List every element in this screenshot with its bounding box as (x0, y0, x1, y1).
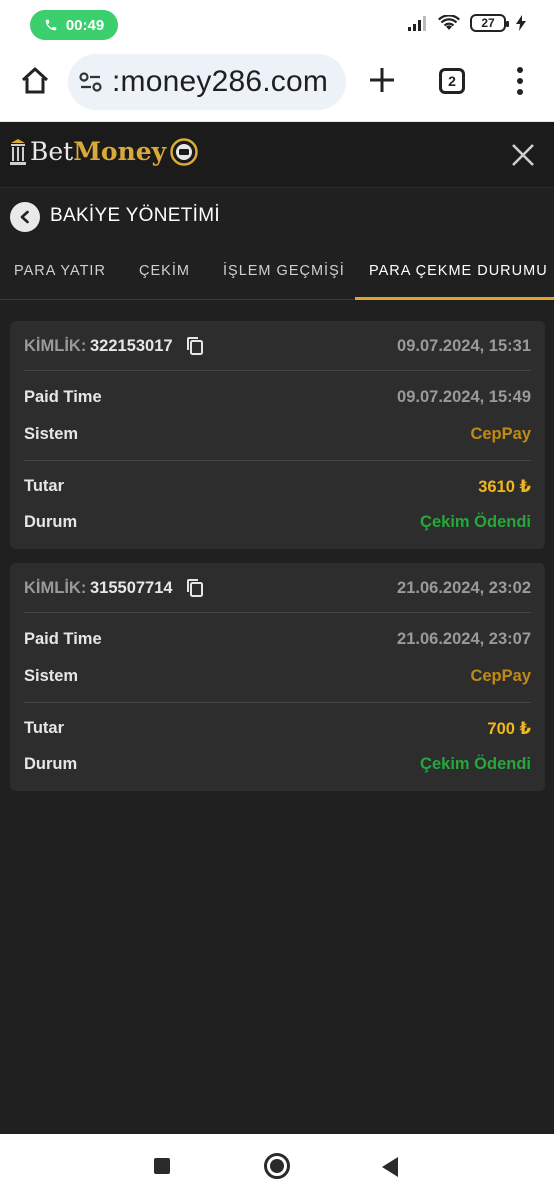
plus-icon[interactable] (366, 64, 398, 96)
status-value: Çekim Ödendi (420, 755, 531, 773)
tab-withdraw[interactable]: ÇEKİM (139, 244, 190, 298)
system-label: Sistem (24, 425, 79, 443)
amount-label: Tutar (24, 719, 65, 737)
page-title: BAKİYE YÖNETİMİ (50, 205, 220, 226)
id-label: KİMLİK: (24, 337, 87, 355)
status-indicators: 27 (408, 14, 526, 32)
signal-icon (408, 16, 426, 31)
created-date: 21.06.2024, 23:02 (397, 579, 531, 597)
wifi-icon (438, 15, 460, 30)
withdrawal-card: KİMLİK: 315507714 21.06.2024, 23:02 Paid… (10, 563, 545, 791)
logo-text-bet: Bet (30, 137, 74, 166)
tab-transaction-history[interactable]: İŞLEM GEÇMİŞİ (223, 244, 345, 298)
paid-time-value: 21.06.2024, 23:07 (397, 630, 531, 648)
pillar-icon (10, 138, 26, 165)
more-vert-icon[interactable] (508, 64, 532, 98)
amount-row: Tutar 3610 ₺ (24, 477, 531, 501)
created-date: 09.07.2024, 15:31 (397, 337, 531, 355)
system-row: Sistem CepPay (24, 425, 531, 449)
back-triangle-icon[interactable] (380, 1156, 400, 1178)
ongoing-call-pill[interactable]: 00:49 (30, 10, 118, 40)
paid-time-row: Paid Time 21.06.2024, 23:07 (24, 630, 531, 654)
charging-icon (516, 15, 526, 31)
tab-bar: PARA YATIR ÇEKİM İŞLEM GEÇMİŞİ PARA ÇEKM… (0, 244, 554, 300)
withdrawal-card: KİMLİK: 322153017 09.07.2024, 15:31 Paid… (10, 321, 545, 549)
copy-icon[interactable] (186, 578, 204, 598)
amount-value: 700 ₺ (487, 720, 531, 738)
card-header: KİMLİK: 315507714 21.06.2024, 23:02 (24, 563, 531, 613)
home-icon[interactable] (18, 64, 52, 98)
status-label: Durum (24, 513, 78, 531)
age-badge-icon (170, 137, 198, 166)
tab-withdrawal-status[interactable]: PARA ÇEKME DURUMU (369, 244, 548, 298)
url-text[interactable]: :money286.com (112, 65, 328, 99)
transaction-id: 315507714 (90, 579, 173, 597)
chevron-left-icon (20, 210, 29, 224)
status-label: Durum (24, 755, 78, 773)
paid-time-label: Paid Time (24, 630, 102, 648)
system-label: Sistem (24, 667, 79, 685)
phone-icon (45, 19, 57, 31)
recents-button[interactable] (154, 1158, 170, 1174)
betmoney-logo[interactable]: Bet Money (10, 137, 198, 166)
paid-time-value: 09.07.2024, 15:49 (397, 388, 531, 406)
card-header: KİMLİK: 322153017 09.07.2024, 15:31 (24, 321, 531, 371)
id-label: KİMLİK: (24, 579, 87, 597)
system-value: CepPay (470, 425, 531, 443)
status-bar: 00:49 27 (0, 0, 554, 50)
site-settings-icon[interactable] (78, 69, 104, 95)
app-header: Bet Money (0, 122, 554, 188)
logo-text-money: Money (73, 137, 167, 166)
paid-time-row: Paid Time 09.07.2024, 15:49 (24, 388, 531, 412)
close-icon[interactable] (510, 142, 536, 168)
page-title-row: BAKİYE YÖNETİMİ (0, 190, 554, 244)
status-row: Durum Çekim Ödendi (24, 513, 531, 537)
card-divider (24, 460, 531, 461)
back-button[interactable] (10, 202, 40, 232)
status-value: Çekim Ödendi (420, 513, 531, 531)
amount-row: Tutar 700 ₺ (24, 719, 531, 743)
paid-time-label: Paid Time (24, 388, 102, 406)
system-nav-bar (0, 1134, 554, 1200)
system-row: Sistem CepPay (24, 667, 531, 691)
copy-icon[interactable] (186, 336, 204, 356)
home-button[interactable] (264, 1153, 290, 1179)
tab-switcher-button[interactable]: 2 (439, 68, 465, 94)
status-row: Durum Çekim Ödendi (24, 755, 531, 779)
card-divider (24, 702, 531, 703)
active-tab-indicator (355, 297, 554, 300)
amount-value: 3610 ₺ (478, 478, 531, 496)
amount-label: Tutar (24, 477, 65, 495)
clock-time: 00:49 (65, 16, 105, 34)
tab-deposit[interactable]: PARA YATIR (14, 244, 106, 298)
battery-icon: 27 (470, 14, 509, 32)
battery-level: 27 (481, 16, 495, 30)
address-bar[interactable]: :money286.com (68, 54, 346, 110)
transaction-id: 322153017 (90, 337, 173, 355)
browser-toolbar: :money286.com 2 (0, 50, 554, 122)
system-value: CepPay (470, 667, 531, 685)
tab-count: 2 (448, 73, 456, 89)
